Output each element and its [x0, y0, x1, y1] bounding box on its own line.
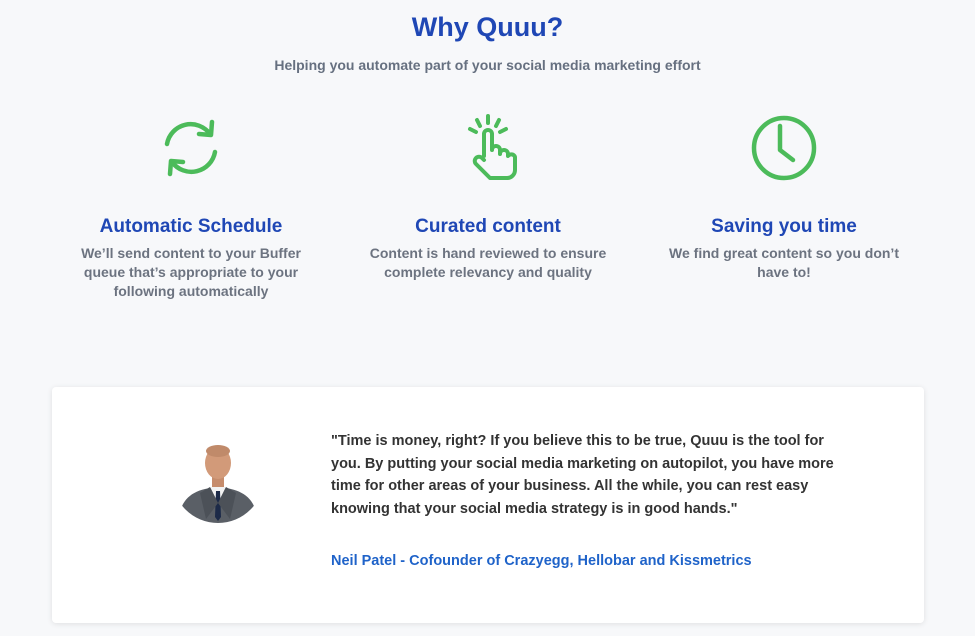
feature-description: We’ll send content to your Buffer queue … [81, 245, 301, 299]
hand-pointer-icon [358, 112, 618, 184]
feature-description: We find great content so you don’t have … [669, 245, 899, 280]
clock-icon [654, 112, 914, 184]
page-title: Why Quuu? [411, 12, 564, 42]
feature-curated-content: Curated content Content is hand reviewed… [358, 112, 618, 282]
feature-title: Automatic Schedule [99, 216, 283, 237]
refresh-icon [61, 112, 321, 184]
feature-title: Curated content [415, 216, 561, 237]
feature-automatic-schedule: Automatic Schedule We’ll send content to… [61, 112, 321, 301]
testimonial-author: Neil Patel - Cofounder of Crazyegg, Hell… [331, 553, 752, 569]
testimonial-card: "Time is money, right? If you believe th… [52, 387, 924, 623]
avatar [172, 431, 264, 523]
feature-description: Content is hand reviewed to ensure compl… [369, 245, 607, 280]
page-subtitle: Helping you automate part of your social… [274, 57, 701, 73]
feature-saving-time: Saving you time We find great content so… [654, 112, 914, 282]
feature-title: Saving you time [711, 216, 857, 237]
testimonial-quote: "Time is money, right? If you believe th… [331, 433, 834, 517]
